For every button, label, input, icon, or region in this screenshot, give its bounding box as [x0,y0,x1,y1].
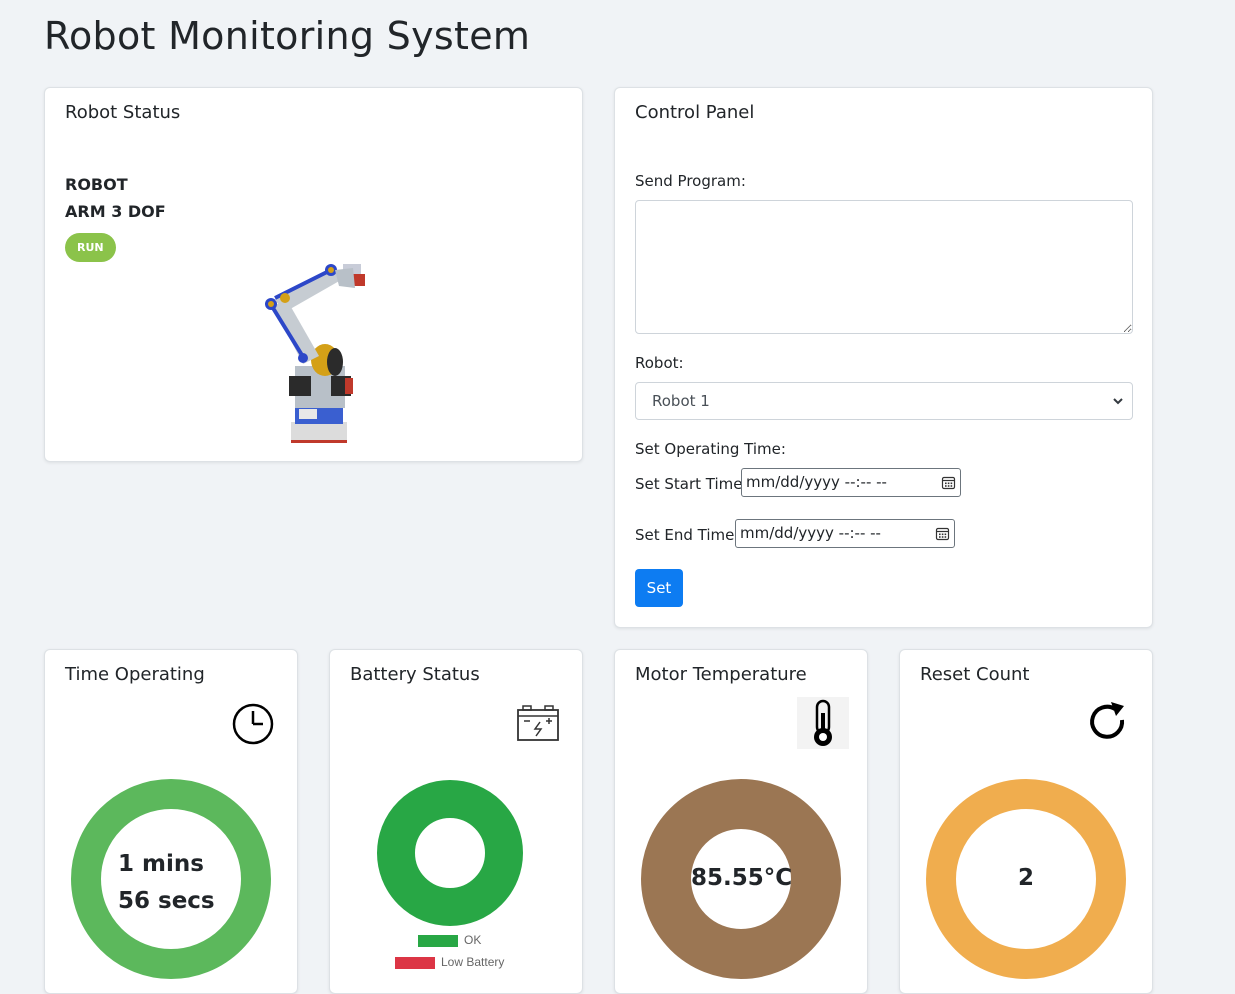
battery-ok-ring [377,780,523,926]
robot-status-card: Robot Status ROBOT ARM 3 DOF RUN [44,87,583,462]
time-operating-card: Time Operating 1 mins 56 secs [44,649,298,994]
battery-doughnut [377,780,523,926]
motor-temperature-card: Motor Temperature 85.55°C [614,649,868,994]
end-time-value: mm/dd/yyyy --:-- -- [740,524,881,542]
time-operating-title: Time Operating [65,664,205,685]
time-operating-value: 1 mins 56 secs [118,846,215,920]
reset-count-value: 2 [1017,865,1034,891]
operating-time-label: Set Operating Time: [635,440,786,458]
battery-icon [517,705,559,741]
calendar-icon[interactable] [941,475,956,490]
refresh-icon [1090,702,1125,739]
set-button[interactable]: Set [635,569,683,607]
end-time-input[interactable]: mm/dd/yyyy --:-- -- [735,519,955,548]
control-panel-title: Control Panel [635,102,755,123]
page-title: Robot Monitoring System [44,14,531,58]
robot-arm-image [265,264,365,443]
end-time-label: Set End Time: [635,526,740,544]
start-time-label: Set Start Time: [635,475,748,493]
robot-status-title: Robot Status [65,102,181,123]
reset-count-card: Reset Count 2 [899,649,1153,994]
program-textarea[interactable] [635,200,1133,334]
time-seconds: 56 secs [118,888,215,914]
legend-low-battery: Low Battery [395,955,504,969]
legend-ok: OK [418,933,481,947]
status-badge: RUN [65,233,116,262]
robot-select[interactable]: Robot 1 [635,382,1133,420]
robot-name: ROBOT ARM 3 DOF [65,171,166,225]
battery-status-title: Battery Status [350,664,480,685]
time-minutes: 1 mins [118,851,204,877]
chevron-down-icon [1113,398,1123,405]
robot-name-line2: ARM 3 DOF [65,202,166,221]
send-program-label: Send Program: [635,172,746,190]
robot-label: Robot: [635,354,684,372]
legend-ok-swatch [418,934,458,947]
motor-temperature-title: Motor Temperature [635,664,807,685]
control-panel-card: Control Panel Send Program: Robot: Robot… [614,87,1153,628]
calendar-icon[interactable] [935,526,950,541]
motor-temperature-value: 85.55°C [691,865,793,891]
clock-icon [232,703,274,745]
battery-status-card: Battery Status OK Low Battery [329,649,583,994]
robot-name-line1: ROBOT [65,175,128,194]
robot-select-value: Robot 1 [652,392,710,410]
thermometer-icon [797,697,849,749]
legend-low-label: Low Battery [441,955,505,969]
legend-low-swatch [395,956,435,969]
start-time-value: mm/dd/yyyy --:-- -- [746,473,887,491]
start-time-input[interactable]: mm/dd/yyyy --:-- -- [741,468,961,497]
legend-ok-label: OK [464,933,482,947]
reset-count-title: Reset Count [920,664,1030,685]
